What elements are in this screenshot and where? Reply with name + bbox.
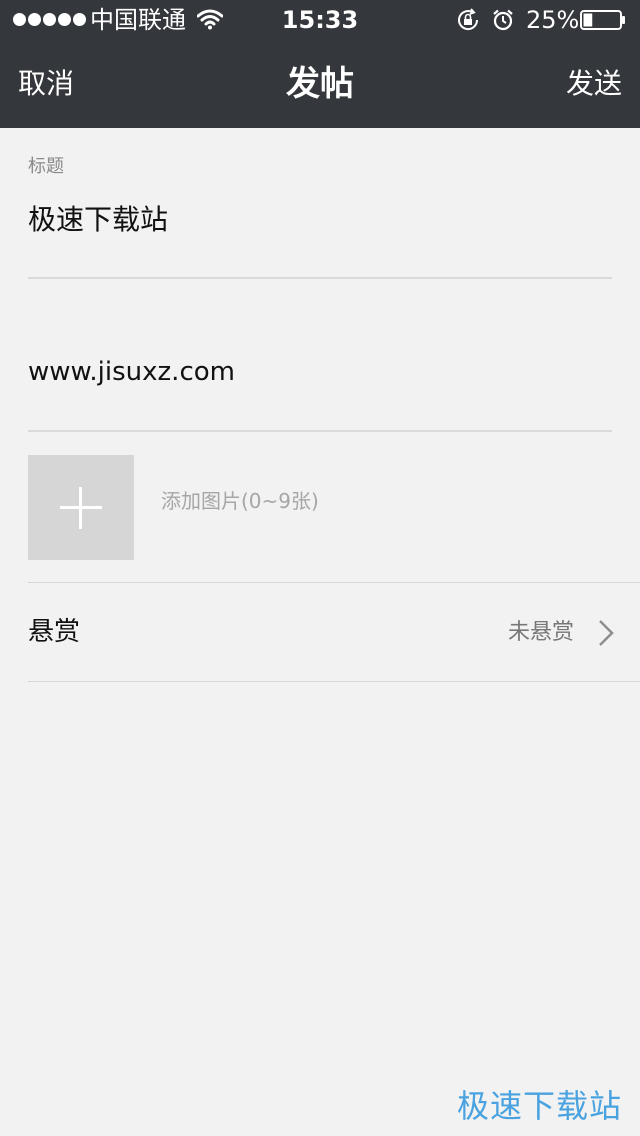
reward-value: 未悬赏 xyxy=(507,620,574,645)
send-button[interactable]: 发送 xyxy=(566,64,622,104)
divider xyxy=(28,277,612,279)
alarm-icon xyxy=(493,9,513,31)
plus-icon xyxy=(28,455,134,560)
content-input[interactable] xyxy=(28,350,612,394)
divider xyxy=(28,430,612,432)
reward-label: 悬赏 xyxy=(28,617,81,647)
title-label: 标题 xyxy=(28,156,64,177)
reward-row[interactable]: 悬赏 未悬赏 xyxy=(0,583,640,681)
page-title: 发帖 xyxy=(286,64,354,104)
battery-percent: 25% xyxy=(526,6,580,34)
header: 中国联通 15:33 25% 取消 发帖 发送 xyxy=(0,0,640,128)
add-image-button[interactable] xyxy=(28,455,134,560)
nav-bar: 取消 发帖 发送 xyxy=(0,40,640,128)
rotation-lock-icon xyxy=(458,8,479,31)
status-bar: 中国联通 15:33 25% xyxy=(0,0,640,40)
divider xyxy=(28,681,640,682)
chevron-right-icon xyxy=(599,620,614,646)
title-input[interactable] xyxy=(28,196,612,240)
post-screen: 中国联通 15:33 25% 取消 发帖 发送 标题 极速下载站 www.jis… xyxy=(0,0,640,1136)
add-image-hint: 添加图片(0~9张) xyxy=(161,489,319,513)
cancel-button[interactable]: 取消 xyxy=(18,64,74,104)
battery-icon xyxy=(580,10,625,30)
watermark: 极速下载站 xyxy=(456,1087,622,1125)
